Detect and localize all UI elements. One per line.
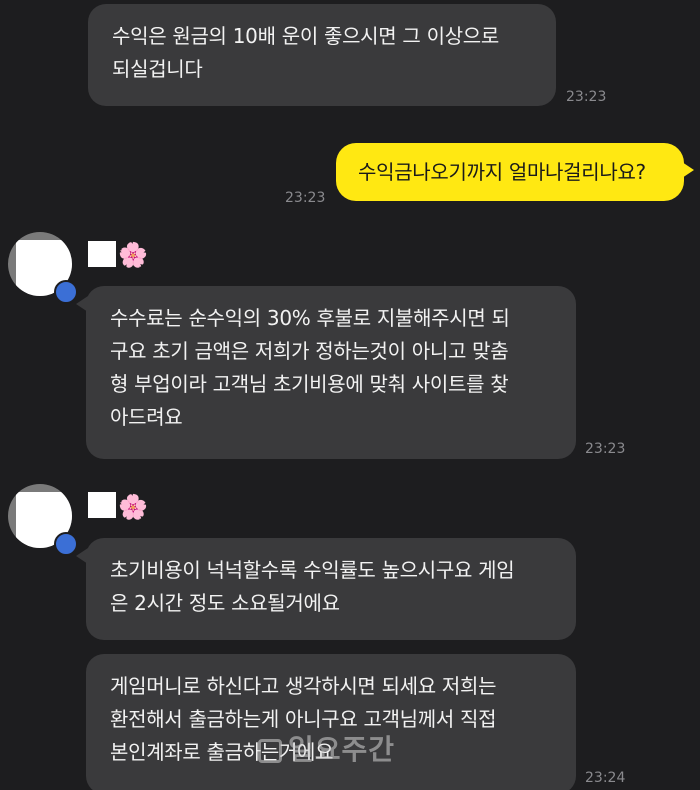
sender-name-redaction <box>88 241 116 267</box>
verified-badge-icon <box>54 280 78 304</box>
message-bubble-received[interactable]: 수수료는 순수익의 30% 후불로 지불해주시면 되 구요 초기 금액은 저희가… <box>86 286 576 459</box>
message-line: 수익은 원금의 10배 운이 좋으시면 그 이상으로 <box>112 24 499 48</box>
message-line: 형 부업이라 고객님 초기비용에 맞춰 사이트를 찾 <box>110 372 509 396</box>
bubble-tail <box>682 162 694 178</box>
message-line: 수익금나오기까지 얼마나걸리나요? <box>358 160 646 184</box>
message-line: 은 2시간 정도 소요될거에요 <box>110 591 340 615</box>
watermark-text: 일요주간 <box>288 733 396 766</box>
message-line: 아드려요 <box>110 405 183 429</box>
message-line: 되실겁니다 <box>112 57 203 81</box>
message-bubble-received[interactable]: 초기비용이 넉넉할수록 수익률도 높으시구요 게임 은 2시간 정도 소요될거에… <box>86 538 576 640</box>
message-timestamp: 23:23 <box>285 190 326 206</box>
message-line: 게임머니로 하신다고 생각하시면 되세요 저희는 <box>110 674 497 698</box>
publisher-watermark: 일요주간 <box>258 728 395 768</box>
message-line: 초기비용이 넉넉할수록 수익률도 높으시구요 게임 <box>110 558 515 582</box>
message-bubble-received[interactable]: 수익은 원금의 10배 운이 좋으시면 그 이상으로 되실겁니다 <box>88 4 556 106</box>
cherry-blossom-icon: 🌸 <box>118 241 148 269</box>
message-bubble-sent[interactable]: 수익금나오기까지 얼마나걸리나요? <box>336 143 684 201</box>
verified-badge-icon <box>54 532 78 556</box>
message-timestamp: 23:23 <box>585 441 626 457</box>
message-line: 구요 초기 금액은 저희가 정하는것이 아니고 맞춤 <box>110 339 509 363</box>
sender-name-redaction <box>88 492 116 518</box>
watermark-logo-icon <box>258 739 282 763</box>
message-timestamp: 23:23 <box>566 89 607 105</box>
cherry-blossom-icon: 🌸 <box>118 493 148 521</box>
message-bubble-received[interactable]: 게임머니로 하신다고 생각하시면 되세요 저희는 환전해서 출금하는게 아니구요… <box>86 654 576 790</box>
message-timestamp: 23:24 <box>585 770 626 786</box>
message-line: 수수료는 순수익의 30% 후불로 지불해주시면 되 <box>110 306 510 330</box>
chat-view[interactable]: 수익은 원금의 10배 운이 좋으시면 그 이상으로 되실겁니다 23:23 수… <box>0 0 700 790</box>
